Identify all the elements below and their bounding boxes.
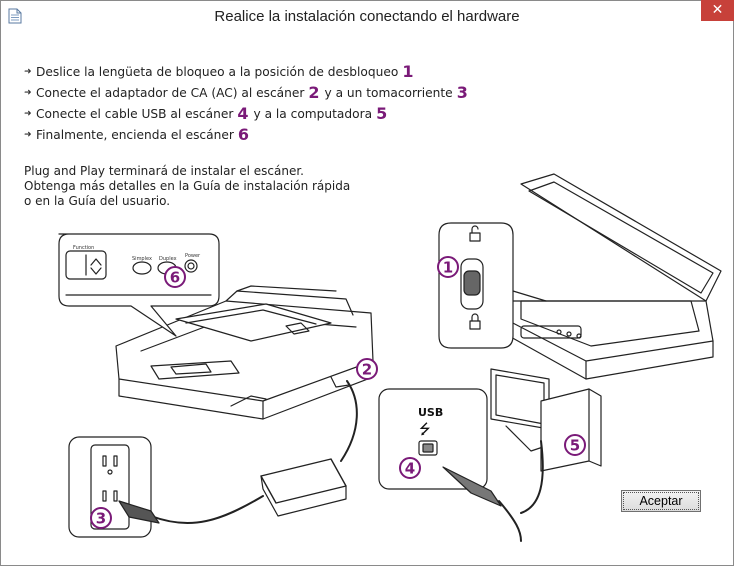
focus-ring xyxy=(623,492,699,510)
setup-dialog: Realice la instalación conectando el har… xyxy=(0,0,734,566)
power-label: Power xyxy=(185,253,201,259)
callout-2-number: 2 xyxy=(362,361,372,379)
callout-6: 6 xyxy=(164,266,186,288)
callout-3: 3 xyxy=(90,507,112,529)
callout-1-number: 1 xyxy=(443,259,453,277)
callout-6-number: 6 xyxy=(170,269,180,287)
usb-label: USB xyxy=(418,406,443,419)
power-adapter-illustration xyxy=(150,380,358,525)
callout-4: 4 xyxy=(399,457,421,479)
callout-3-number: 3 xyxy=(96,510,106,528)
callout-5-number: 5 xyxy=(570,437,580,455)
simplex-label: Simplex xyxy=(132,256,152,262)
hardware-setup-illustration: Function Simplex Duplex Power USB ⭍ 1 2 … xyxy=(58,173,722,542)
callout-1: 1 xyxy=(437,256,459,278)
callout-5: 5 xyxy=(564,434,586,456)
usb-symbol-icon: ⭍ xyxy=(419,422,431,438)
callout-2: 2 xyxy=(356,358,378,380)
callout-4-number: 4 xyxy=(405,460,415,478)
duplex-label: Duplex xyxy=(159,256,177,262)
wall-outlet-zoom xyxy=(68,436,160,538)
function-label: Function xyxy=(73,245,94,251)
flatbed-scanner-illustration xyxy=(508,173,722,380)
